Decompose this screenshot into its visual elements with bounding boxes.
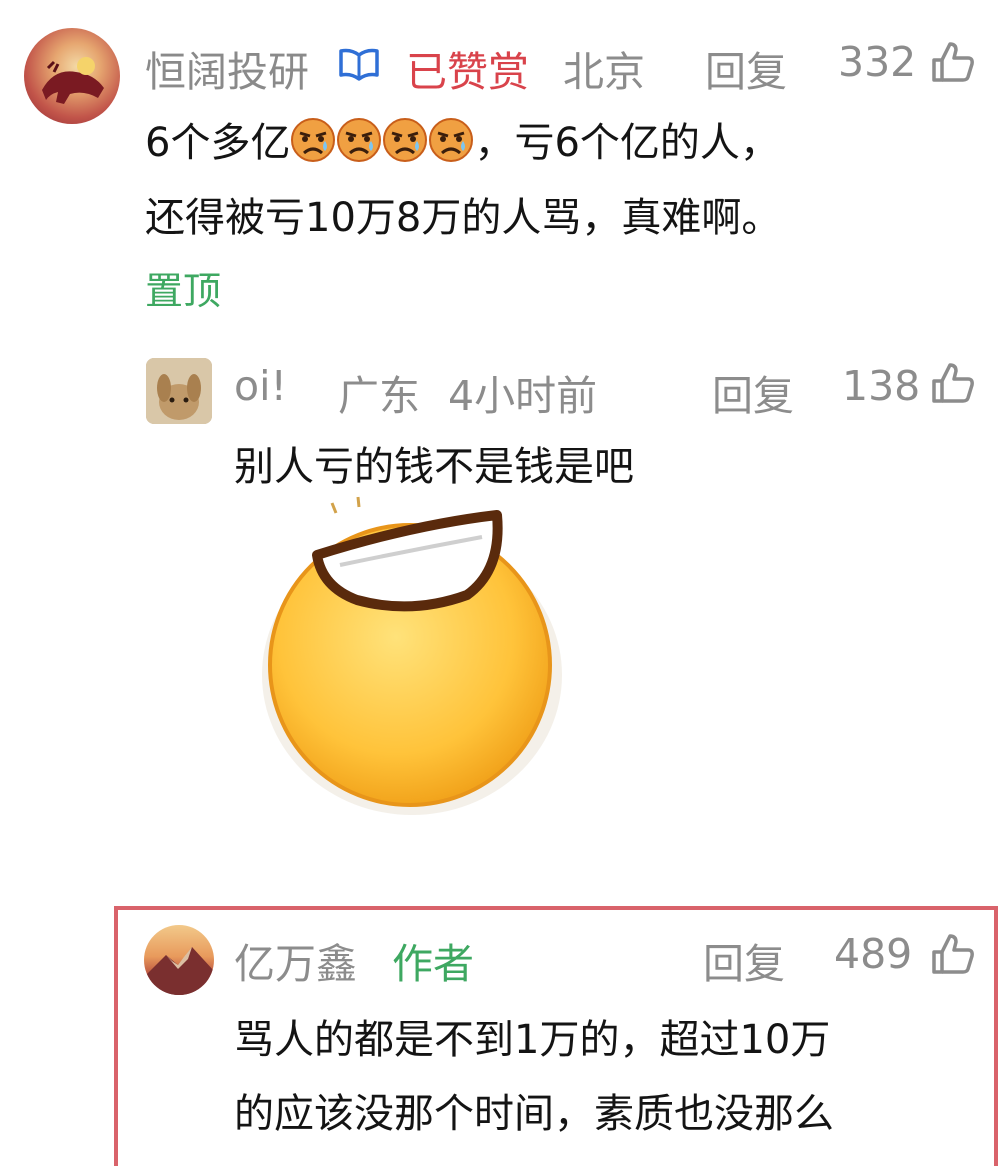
like-count: 489 — [834, 930, 913, 978]
thumbs-up-icon[interactable] — [930, 361, 976, 405]
comment-text-end: ，亏6个亿的人， — [474, 120, 780, 166]
reply-button[interactable]: 回复 — [712, 362, 794, 422]
like-count: 332 — [838, 38, 917, 86]
reply-text: 别人亏的钱不是钱是吧 — [234, 444, 634, 490]
author-tag: 作者 — [392, 940, 474, 988]
comment-text-start: 6个多亿 — [145, 120, 291, 166]
avatar[interactable] — [146, 358, 212, 424]
comment-text-line-1: 6个多亿 ，亏6个亿的人， — [145, 110, 780, 173]
avatar-mountain-illustration — [144, 947, 214, 995]
comment-text-line-2: 还得被亏10万8万的人骂，真难啊。 — [145, 195, 782, 241]
book-badge-icon — [337, 45, 381, 83]
grin-sticker-image[interactable] — [262, 495, 562, 825]
reward-tag: 已赞赏 — [406, 48, 529, 96]
pinned-label: 置顶 — [145, 269, 222, 313]
reply-button[interactable]: 回复 — [703, 930, 785, 990]
emoji-cry-icon — [428, 117, 474, 173]
avatar[interactable] — [24, 28, 120, 124]
emoji-cry-icon — [290, 117, 336, 173]
reply-text-line-2: 的应该没那个时间，素质也没那么 — [234, 1091, 834, 1137]
thumbs-up-icon[interactable] — [930, 40, 976, 84]
location: 广东 — [338, 372, 420, 420]
like-count: 138 — [842, 362, 921, 410]
emoji-cry-icon — [336, 117, 382, 173]
avatar-rabbit-illustration — [146, 358, 212, 424]
location: 北京 — [563, 48, 645, 96]
username[interactable]: 亿万鑫 — [234, 930, 357, 990]
timestamp: 4小时前 — [448, 372, 598, 420]
avatar-ox-illustration — [42, 57, 104, 104]
reply-text-line-1: 骂人的都是不到1万的，超过10万 — [234, 1017, 831, 1063]
emoji-cry-icon — [382, 117, 428, 173]
username[interactable]: 恒阔投研 — [145, 38, 309, 98]
username[interactable]: oi! — [234, 362, 287, 410]
avatar[interactable] — [144, 925, 214, 995]
reply-button[interactable]: 回复 — [705, 38, 787, 98]
thumbs-up-icon[interactable] — [930, 932, 976, 976]
